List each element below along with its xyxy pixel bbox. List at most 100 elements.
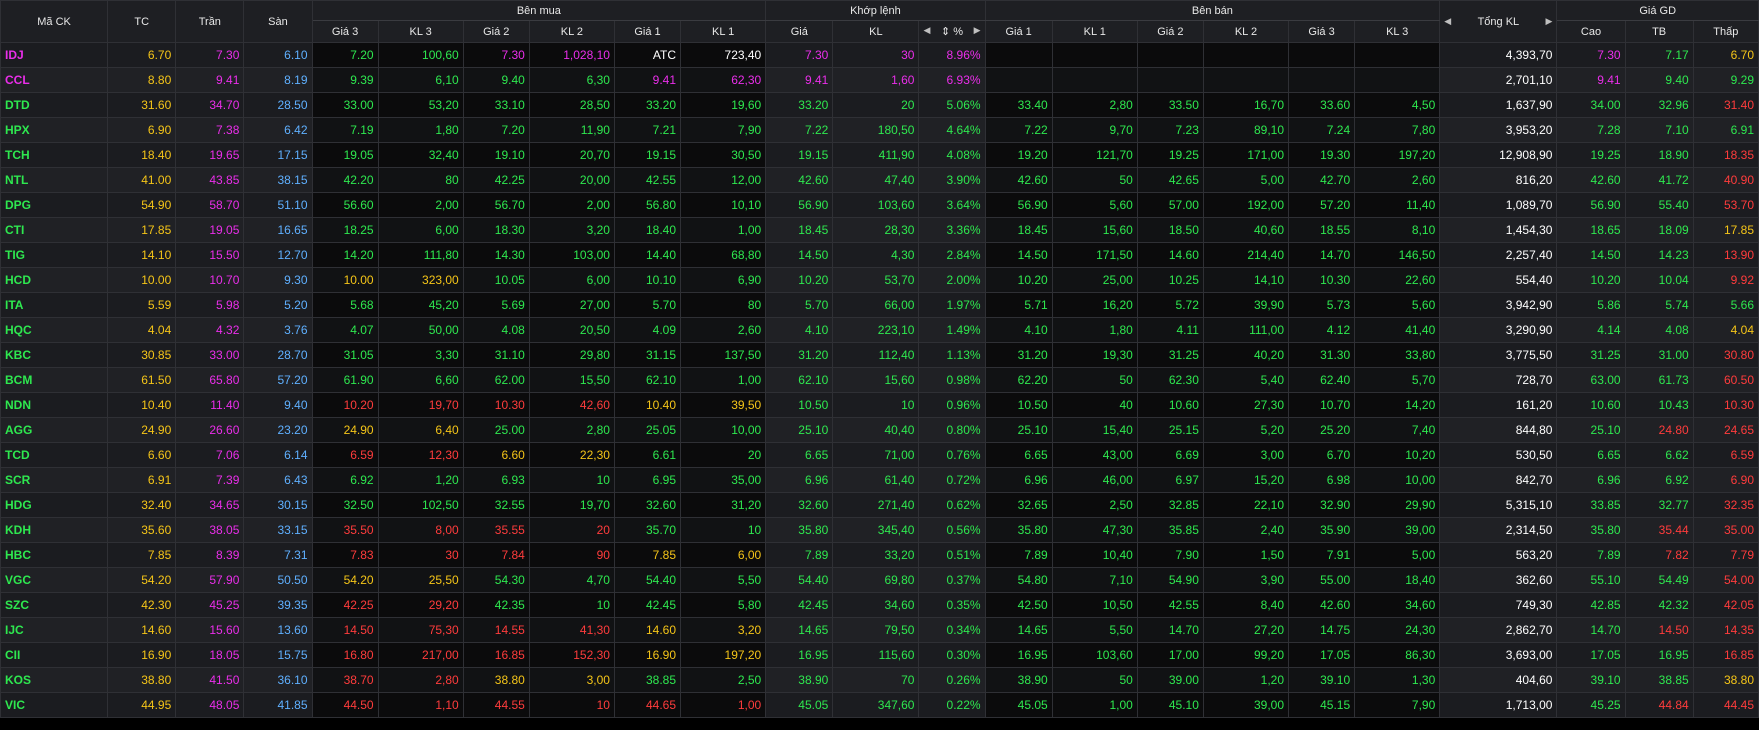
symbol-cell[interactable]: CTI — [0, 217, 109, 243]
buy-cell[interactable]: 33.10 — [462, 92, 530, 118]
buy-cell[interactable]: 1,028,10 — [528, 42, 615, 68]
symbol-cell[interactable]: IJC — [0, 617, 109, 643]
buy-cell[interactable]: 61.90 — [311, 367, 379, 393]
buy-cell[interactable]: 20,50 — [528, 317, 615, 343]
sell-cell[interactable]: 10,50 — [1051, 592, 1138, 618]
table-row[interactable]: CII 16.90 18.05 15.75 16.80 217,00 16.85 152,30… — [0, 642, 1759, 668]
symbol-cell[interactable]: CII — [0, 642, 109, 668]
table-row[interactable]: CCL 8.80 9.41 8.19 9.39 6,10 9.40 6,30 9.41 62,30… — [0, 67, 1759, 93]
sell-cell[interactable]: 22,60 — [1354, 267, 1441, 293]
buy-cell[interactable]: 62,30 — [680, 67, 767, 93]
sell-cell[interactable]: 33.40 — [984, 92, 1053, 118]
sell-cell[interactable]: 10.20 — [984, 267, 1053, 293]
header-price-2[interactable]: TB — [1624, 20, 1694, 43]
buy-cell[interactable]: 4,70 — [528, 567, 615, 593]
sell-cell[interactable]: 17.05 — [1288, 642, 1356, 668]
sell-cell[interactable]: 89,10 — [1202, 117, 1290, 143]
buy-cell[interactable]: 4.09 — [613, 317, 682, 343]
sell-cell[interactable]: 1,30 — [1354, 667, 1441, 693]
symbol-cell[interactable]: TCD — [0, 442, 109, 468]
sell-cell[interactable] — [1136, 67, 1204, 93]
buy-cell[interactable]: 54.40 — [613, 567, 682, 593]
buy-cell[interactable]: 75,30 — [377, 617, 464, 643]
symbol-cell[interactable]: DPG — [0, 192, 109, 218]
buy-cell[interactable]: 16.80 — [311, 642, 379, 668]
buy-cell[interactable]: 56.70 — [462, 192, 530, 218]
table-row[interactable]: ITA 5.59 5.98 5.20 5.68 45,20 5.69 27,00 5.70 80 5… — [0, 292, 1759, 318]
sell-cell[interactable]: 27,20 — [1202, 617, 1290, 643]
table-row[interactable]: NDN 10.40 11.40 9.40 10.20 19,70 10.30 42,60 10.… — [0, 392, 1759, 418]
buy-cell[interactable]: 3,30 — [377, 342, 464, 368]
sell-cell[interactable]: 40,60 — [1202, 217, 1290, 243]
buy-cell[interactable]: 1,20 — [377, 467, 464, 493]
sell-cell[interactable] — [1202, 42, 1290, 68]
buy-cell[interactable]: 5.69 — [462, 292, 530, 318]
sell-cell[interactable]: 14.65 — [984, 617, 1053, 643]
buy-cell[interactable]: 80 — [377, 167, 464, 193]
sell-cell[interactable]: 5.71 — [984, 292, 1053, 318]
buy-cell[interactable]: 42.25 — [462, 167, 530, 193]
symbol-cell[interactable]: KOS — [0, 667, 109, 693]
buy-cell[interactable]: 6,00 — [377, 217, 464, 243]
sell-cell[interactable]: 6.98 — [1288, 467, 1356, 493]
buy-cell[interactable]: 56.60 — [311, 192, 379, 218]
buy-cell[interactable]: 41,30 — [528, 617, 615, 643]
buy-cell[interactable]: 54.20 — [311, 567, 379, 593]
sell-cell[interactable]: 14,20 — [1354, 392, 1441, 418]
buy-cell[interactable]: 5.68 — [311, 292, 379, 318]
symbol-cell[interactable]: KBC — [0, 342, 109, 368]
sell-cell[interactable] — [1288, 67, 1356, 93]
buy-cell[interactable]: 9.41 — [613, 67, 682, 93]
header-symbol[interactable]: Mã CK — [0, 0, 109, 43]
sell-cell[interactable]: 10.70 — [1288, 392, 1356, 418]
symbol-cell[interactable]: HPX — [0, 117, 109, 143]
sell-cell[interactable]: 6.69 — [1136, 442, 1204, 468]
symbol-cell[interactable]: NTL — [0, 167, 109, 193]
buy-cell[interactable]: 35.50 — [311, 517, 379, 543]
sell-cell[interactable]: 18.50 — [1136, 217, 1204, 243]
sell-cell[interactable]: 55.00 — [1288, 567, 1356, 593]
buy-cell[interactable]: 4.08 — [462, 317, 530, 343]
sell-cell[interactable]: 50 — [1051, 667, 1138, 693]
table-row[interactable]: HQC 4.04 4.32 3.76 4.07 50,00 4.08 20,50 4.09 2,6… — [0, 317, 1759, 343]
sell-cell[interactable]: 22,10 — [1202, 492, 1290, 518]
chevron-left-icon[interactable]: ◀ — [923, 25, 930, 36]
sell-cell[interactable]: 35.80 — [984, 517, 1053, 543]
sell-cell[interactable]: 42.55 — [1136, 592, 1204, 618]
buy-cell[interactable]: 19,60 — [680, 92, 767, 118]
header-sell-5[interactable]: Giá 3 — [1288, 20, 1356, 43]
sell-cell[interactable]: 5,50 — [1051, 617, 1138, 643]
buy-cell[interactable]: 90 — [528, 542, 615, 568]
buy-cell[interactable]: 2,80 — [528, 417, 615, 443]
buy-cell[interactable]: 12,30 — [377, 442, 464, 468]
buy-cell[interactable]: 44.50 — [311, 692, 379, 718]
buy-cell[interactable]: 28,50 — [528, 92, 615, 118]
sell-cell[interactable]: 5,40 — [1202, 367, 1290, 393]
sell-cell[interactable]: 14.60 — [1136, 242, 1204, 268]
sell-cell[interactable]: 54.80 — [984, 567, 1053, 593]
buy-cell[interactable]: 1,80 — [377, 117, 464, 143]
sell-cell[interactable]: 35.90 — [1288, 517, 1356, 543]
sell-cell[interactable]: 7.90 — [1136, 542, 1204, 568]
buy-cell[interactable]: 10,00 — [680, 417, 767, 443]
sell-cell[interactable]: 16,20 — [1051, 292, 1138, 318]
buy-cell[interactable]: 25,50 — [377, 567, 464, 593]
symbol-cell[interactable]: CCL — [0, 67, 109, 93]
sell-cell[interactable]: 15,20 — [1202, 467, 1290, 493]
sell-cell[interactable]: 9,70 — [1051, 117, 1138, 143]
buy-cell[interactable]: 80 — [680, 292, 767, 318]
buy-cell[interactable]: 31.05 — [311, 342, 379, 368]
buy-cell[interactable]: 62.10 — [613, 367, 682, 393]
sell-cell[interactable]: 7.89 — [984, 542, 1053, 568]
symbol-cell[interactable]: TIG — [0, 242, 109, 268]
table-row[interactable]: VIC 44.95 48.05 41.85 44.50 1,10 44.55 10 44.65 1… — [0, 692, 1759, 718]
sell-cell[interactable] — [1051, 67, 1138, 93]
sell-cell[interactable]: 8,40 — [1202, 592, 1290, 618]
buy-cell[interactable]: 38.85 — [613, 667, 682, 693]
sell-cell[interactable]: 27,30 — [1202, 392, 1290, 418]
buy-cell[interactable]: 38.80 — [462, 667, 530, 693]
buy-cell[interactable]: 217,00 — [377, 642, 464, 668]
header-sell-2[interactable]: KL 1 — [1051, 20, 1138, 43]
buy-cell[interactable]: 16.90 — [613, 642, 682, 668]
buy-cell[interactable]: 45,20 — [377, 292, 464, 318]
